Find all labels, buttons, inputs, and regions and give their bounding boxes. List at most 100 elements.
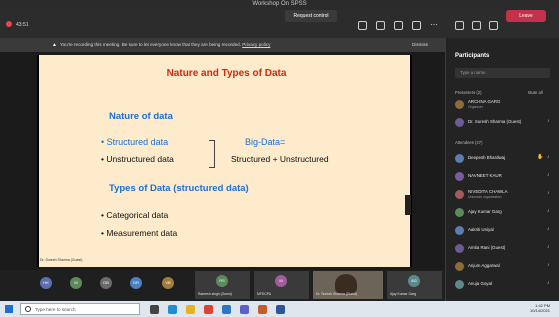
mic-off-icon: ♪	[547, 208, 550, 214]
chrome-icon[interactable]	[204, 305, 213, 314]
participant-name: Anuja Goyal	[468, 281, 492, 286]
avatar[interactable]: DR	[130, 277, 142, 289]
request-control-button[interactable]: Request control	[285, 10, 337, 22]
mic-toggle-icon[interactable]	[489, 21, 498, 30]
participant-name: Ajay Kumar Garg	[468, 209, 502, 214]
raise-hand-icon[interactable]	[394, 21, 403, 30]
video-tile[interactable]: M MFDCPA	[254, 271, 309, 299]
bullet-categorical: • Categorical data	[101, 210, 169, 220]
taskbar-search-input[interactable]: Type here to search	[20, 303, 140, 315]
recording-message: You're recording this meeting. Be sure t…	[60, 42, 270, 47]
participant-name: Deepesh Bhardwaj	[468, 155, 506, 160]
attendee-row[interactable]: NIVEDITA CHAWLA Unknown organization ♪	[455, 189, 555, 201]
participant-name: Aakriti Uniyal	[468, 227, 494, 232]
participants-icon[interactable]	[455, 21, 464, 30]
mic-off-icon: ♪	[547, 280, 550, 286]
participant-subtitle: Organizer	[468, 105, 483, 109]
mic-off-icon: ♪	[547, 190, 550, 196]
presentation-slide: Nature and Types of Data Nature of data …	[37, 55, 412, 267]
leave-button[interactable]: Leave	[506, 10, 546, 22]
slide-title: Nature and Types of Data	[166, 68, 287, 79]
avatar	[455, 262, 464, 271]
attendee-row[interactable]: Amita Rani (Guest) ♪	[455, 243, 555, 255]
slide-scrollbar[interactable]	[405, 195, 411, 215]
dismiss-button[interactable]: Dismiss	[412, 42, 428, 47]
avatar[interactable]: DB	[100, 277, 112, 289]
avatar	[455, 100, 464, 109]
attendee-row[interactable]: Ajay Kumar Garg ♪	[455, 207, 555, 219]
avatar	[455, 244, 464, 253]
window-titlebar: Workshop On SPSS	[0, 0, 559, 10]
avatar	[455, 172, 464, 181]
camera-icon[interactable]	[358, 21, 367, 30]
mic-off-icon: ♪	[547, 154, 550, 160]
avatar: M	[275, 275, 287, 287]
mic-off-icon: ♪	[547, 172, 550, 178]
avatar	[455, 226, 464, 235]
file-explorer-icon[interactable]	[186, 305, 195, 314]
speaker-video	[335, 274, 357, 294]
avatar: RS	[216, 275, 228, 287]
edge-icon[interactable]	[168, 305, 177, 314]
participant-name: NAVNEET KAUR	[468, 173, 502, 178]
share-icon[interactable]	[376, 21, 385, 30]
video-tile[interactable]: AG Ajay Kumar Garg	[387, 271, 442, 299]
avatar: AG	[408, 275, 420, 287]
attendee-row[interactable]: Aakriti Uniyal ♪	[455, 225, 555, 237]
participant-name: Amita Rani (Guest)	[468, 245, 506, 250]
bullet-unstructured: • Unstructured data	[101, 154, 174, 164]
attendee-row[interactable]: Deepesh Bhardwaj ✋ ♪	[455, 153, 555, 165]
powerpoint-icon[interactable]	[258, 305, 267, 314]
recording-message-text: You're recording this meeting. Be sure t…	[60, 42, 241, 47]
mail-icon[interactable]	[222, 305, 231, 314]
meeting-timer: 43:51	[16, 22, 29, 28]
taskbar-clock[interactable]: 1:42 PM 10/14/2021	[530, 303, 550, 313]
privacy-policy-link[interactable]: Privacy policy	[242, 42, 270, 47]
attendee-row[interactable]: Anuja Goyal ♪	[455, 279, 555, 291]
search-placeholder: Type a name	[460, 70, 486, 75]
clock-date: 10/14/2021	[530, 308, 551, 313]
windows-start-icon[interactable]	[5, 305, 13, 313]
window-title: Workshop On SPSS	[252, 1, 307, 7]
tile-label: Ramesh singh (Guest)	[198, 292, 232, 296]
types-heading: Types of Data (structured data)	[109, 183, 249, 194]
video-tile-speaker[interactable]: Dr. Suresh Sharma (Guest)	[313, 271, 383, 299]
task-view-icon[interactable]	[150, 305, 159, 314]
taskbar-search-placeholder: Type here to search	[35, 307, 76, 312]
presenters-header: Presenters (2)	[455, 90, 482, 95]
teams-icon[interactable]	[240, 305, 249, 314]
mic-off-icon: ♪	[547, 244, 550, 250]
word-icon[interactable]	[276, 305, 285, 314]
chat-icon[interactable]	[412, 21, 421, 30]
participants-title: Participants	[455, 53, 490, 59]
nature-heading: Nature of data	[109, 111, 173, 122]
record-icon	[6, 21, 12, 27]
more-options-icon[interactable]: ⋯	[430, 20, 438, 29]
avatar[interactable]: HK	[40, 277, 52, 289]
participant-name: Dr. Suresh Sharma (Guest)	[468, 119, 522, 124]
bullet-measurement: • Measurement data	[101, 228, 178, 238]
avatar[interactable]: VB	[162, 277, 174, 289]
tile-label: Dr. Suresh Sharma (Guest)	[316, 292, 358, 296]
search-icon	[25, 306, 31, 312]
camera-toggle-icon[interactable]	[472, 21, 481, 30]
attendee-row[interactable]: Anjum Aggarwal ♪	[455, 261, 555, 273]
attendee-row[interactable]: NAVNEET KAUR ♪	[455, 171, 555, 183]
avatar[interactable]: M	[70, 277, 82, 289]
bigdata-label: Big-Data=	[245, 137, 286, 147]
participant-name: ARCHNA GARG	[468, 99, 501, 104]
avatar	[455, 280, 464, 289]
presenter-row[interactable]: Dr. Suresh Sharma (Guest) ♪	[455, 117, 555, 129]
video-tile[interactable]: RS Ramesh singh (Guest)	[195, 271, 250, 299]
participant-subtitle: Unknown organization	[468, 195, 502, 199]
mic-icon: ♪	[547, 118, 550, 124]
brace-bracket	[209, 140, 215, 168]
presenter-row[interactable]: ARCHNA GARG Organizer	[455, 99, 555, 111]
avatar	[455, 208, 464, 217]
meeting-toolbar: 43:51 ⋯	[0, 10, 559, 38]
avatar	[455, 154, 464, 163]
participants-search-input[interactable]: Type a name	[455, 68, 550, 78]
mute-all-button[interactable]: Mute all	[528, 90, 543, 95]
recording-banner: ▲ You're recording this meeting. Be sure…	[0, 38, 445, 52]
bigdata-formula: Structured + Unstructured	[231, 154, 329, 164]
